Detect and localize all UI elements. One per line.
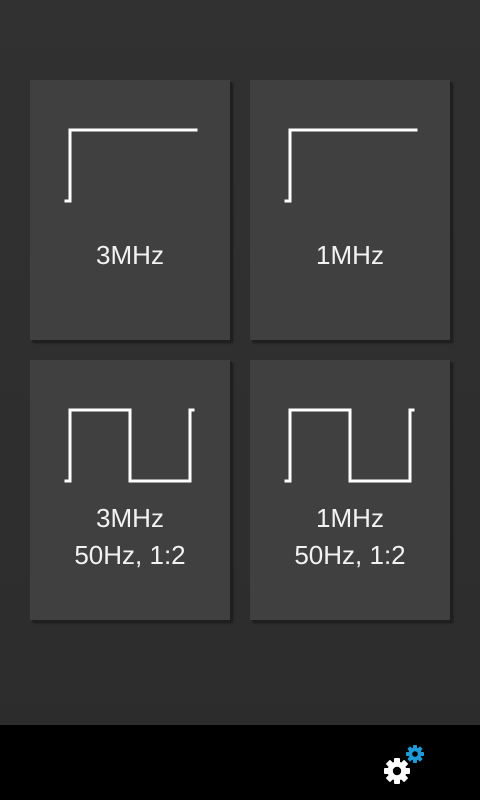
signal-tile-3mhz[interactable]: 3MHz xyxy=(30,80,230,340)
signal-tile-1mhz-50hz[interactable]: 1MHz 50Hz, 1:2 xyxy=(250,360,450,620)
tile-frequency-label: 3MHz xyxy=(96,503,164,533)
step-waveform-icon xyxy=(64,128,198,203)
signal-tile-3mhz-50hz[interactable]: 3MHz 50Hz, 1:2 xyxy=(30,360,230,620)
square-waveform-icon xyxy=(284,408,415,483)
gear-icon xyxy=(384,745,424,784)
tile-frequency-label: 3MHz xyxy=(96,240,164,270)
square-waveform-icon xyxy=(64,408,195,483)
tile-frequency-label: 1MHz xyxy=(316,240,384,270)
settings-button[interactable] xyxy=(378,740,428,790)
tile-modulation-label: 50Hz, 1:2 xyxy=(74,540,186,570)
screen: 3MHz 1MHz 3MHz 50Hz, 1:2 1MHz 50Hz, 1:2 xyxy=(0,0,480,800)
step-waveform-icon xyxy=(284,128,418,203)
tile-frequency-label: 1MHz xyxy=(316,503,384,533)
signal-tile-1mhz[interactable]: 1MHz xyxy=(250,80,450,340)
tile-modulation-label: 50Hz, 1:2 xyxy=(294,540,406,570)
